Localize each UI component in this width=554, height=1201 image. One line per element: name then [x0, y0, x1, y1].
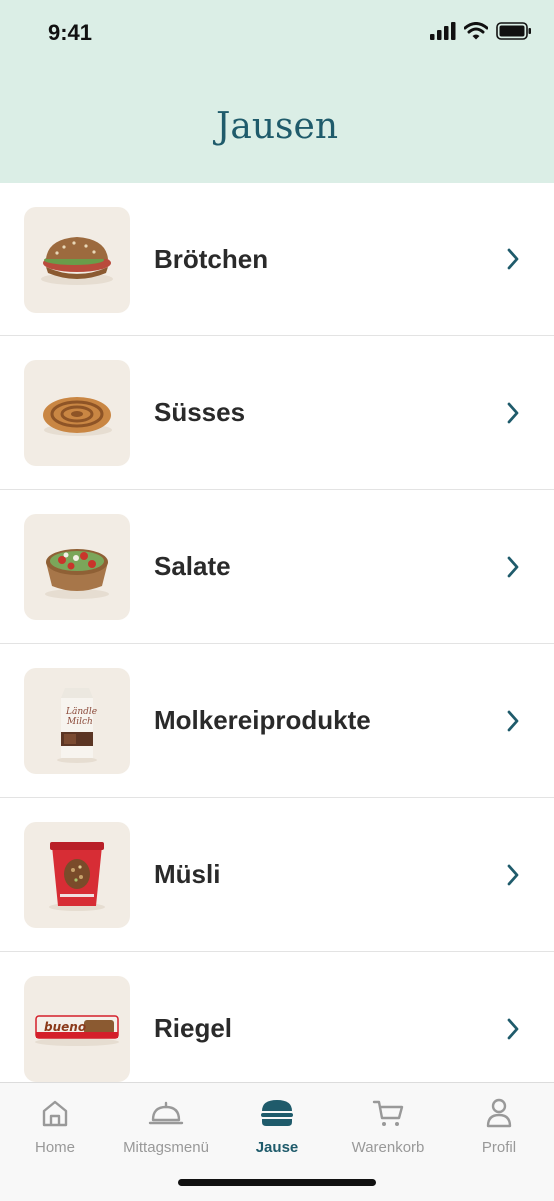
- chevron-right-icon: [507, 556, 519, 577]
- category-label: Brötchen: [154, 243, 269, 274]
- category-list: Brötchen Süsses Salate Ländle Milch Molk…: [0, 183, 554, 1106]
- category-row-broetchen[interactable]: Brötchen: [0, 183, 554, 336]
- chevron-right-icon: [507, 710, 519, 731]
- tab-label: Home: [34, 1139, 75, 1156]
- svg-text:Milch: Milch: [66, 717, 93, 727]
- sandwich-image: [24, 207, 130, 313]
- tab-label: Warenkorb: [351, 1139, 425, 1156]
- category-row-molkereiprodukte[interactable]: Ländle Milch Molkereiprodukte: [0, 644, 554, 798]
- status-time: 9:41: [48, 20, 93, 45]
- tab-profil[interactable]: Profil: [444, 1097, 554, 1156]
- burger-icon: [261, 1100, 293, 1126]
- signal-icon: [430, 22, 456, 40]
- cloche-icon: [148, 1101, 184, 1125]
- battery-icon: [496, 22, 531, 40]
- cart-icon: [372, 1100, 404, 1126]
- chevron-right-icon: [507, 248, 519, 270]
- chevron-right-icon: [507, 864, 519, 885]
- category-label: Süsses: [154, 397, 246, 427]
- person-icon: [486, 1098, 512, 1128]
- category-label: Molkereiprodukte: [154, 705, 371, 735]
- category-row-salate[interactable]: Salate: [0, 490, 554, 644]
- header: 9:41 Jausen: [0, 0, 554, 183]
- tab-mittagsmenue[interactable]: Mittagsmenü: [111, 1097, 221, 1156]
- category-row-suesses[interactable]: Süsses: [0, 336, 554, 490]
- chocolate-bar-image: bueno: [24, 976, 130, 1082]
- svg-text:bueno: bueno: [44, 1020, 86, 1034]
- tab-label: Mittagsmenü: [123, 1139, 209, 1156]
- status-icons: [430, 22, 532, 40]
- tab-label: Profil: [481, 1139, 517, 1156]
- salad-bowl-image: [24, 514, 130, 620]
- tab-warenkorb[interactable]: Warenkorb: [333, 1097, 443, 1156]
- svg-text:Ländle: Ländle: [65, 707, 97, 717]
- page-title: Jausen: [215, 106, 339, 147]
- tab-label: Jause: [255, 1139, 299, 1156]
- home-icon: [42, 1100, 68, 1127]
- category-label: Müsli: [154, 859, 221, 889]
- tab-home[interactable]: Home: [0, 1097, 110, 1156]
- milk-carton-image: Ländle Milch: [24, 668, 130, 774]
- home-indicator: [178, 1179, 376, 1186]
- category-label: Salate: [154, 551, 231, 581]
- category-row-muesli[interactable]: Müsli: [0, 798, 554, 952]
- tab-jause[interactable]: Jause: [222, 1097, 332, 1156]
- wifi-icon: [464, 22, 488, 40]
- pastry-image: [24, 360, 130, 466]
- muesli-cup-image: [24, 822, 130, 928]
- chevron-right-icon: [507, 402, 519, 423]
- chevron-right-icon: [507, 1018, 519, 1039]
